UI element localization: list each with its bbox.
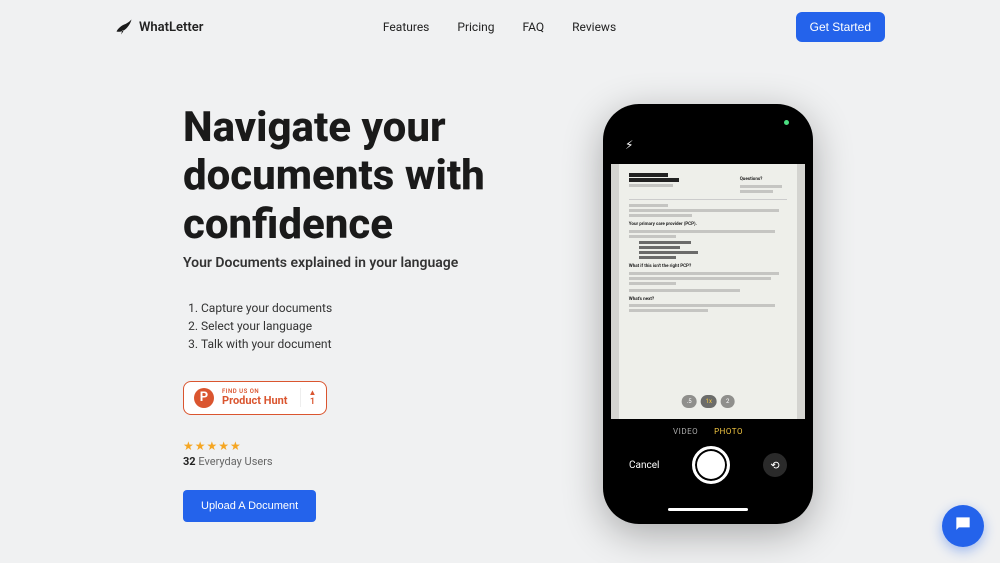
- bird-icon: [115, 18, 133, 36]
- rating-label: Everyday Users: [198, 455, 272, 468]
- camera-tab-photo: PHOTO: [714, 427, 743, 436]
- chat-widget-button[interactable]: [942, 505, 984, 547]
- camera-tab-video: VIDEO: [673, 427, 698, 436]
- steps-list: Capture your documents Select your langu…: [183, 299, 543, 353]
- rating-count: 32: [183, 455, 196, 468]
- ph-name: Product Hunt: [222, 395, 288, 406]
- step-1: Capture your documents: [201, 299, 543, 317]
- document-preview: Questions? Your primary care provider (P…: [619, 164, 797, 419]
- flash-icon: ⚡︎: [625, 138, 633, 152]
- phone-notch: [677, 122, 739, 140]
- step-2: Select your language: [201, 317, 543, 335]
- hero-title: Navigate your documents with confidence: [183, 104, 543, 249]
- home-indicator: [668, 508, 748, 511]
- phone-mockup: ⚡︎ Questions?: [603, 104, 813, 524]
- upload-document-button[interactable]: Upload A Document: [183, 490, 316, 522]
- star-icons: ★★★★★: [183, 439, 543, 453]
- hero-subtitle: Your Documents explained in your languag…: [183, 255, 543, 271]
- get-started-button[interactable]: Get Started: [796, 12, 885, 42]
- camera-viewport: Questions? Your primary care provider (P…: [611, 164, 805, 419]
- rating-block: ★★★★★ 32 Everyday Users: [183, 439, 543, 468]
- ph-upvotes: 1: [310, 397, 315, 407]
- status-dot: [784, 120, 789, 125]
- chat-icon: [953, 514, 973, 538]
- top-nav: Features Pricing FAQ Reviews: [383, 20, 616, 34]
- upvote-icon: ▲: [309, 388, 317, 397]
- zoom-wide: .5: [682, 395, 697, 408]
- producthunt-badge[interactable]: P FIND US ON Product Hunt ▲ 1: [183, 381, 327, 415]
- nav-features[interactable]: Features: [383, 20, 429, 34]
- nav-faq[interactable]: FAQ: [523, 20, 545, 34]
- step-3: Talk with your document: [201, 335, 543, 353]
- brand-logo[interactable]: WhatLetter: [115, 18, 203, 36]
- producthunt-icon: P: [194, 388, 214, 408]
- brand-name: WhatLetter: [139, 20, 203, 35]
- shutter-button: [692, 446, 730, 484]
- nav-pricing[interactable]: Pricing: [457, 20, 494, 34]
- nav-reviews[interactable]: Reviews: [572, 20, 616, 34]
- zoom-tele: 2: [721, 395, 734, 408]
- zoom-main: 1x: [701, 395, 717, 408]
- camera-swap-icon: ⟲: [763, 453, 787, 477]
- camera-cancel: Cancel: [629, 460, 659, 471]
